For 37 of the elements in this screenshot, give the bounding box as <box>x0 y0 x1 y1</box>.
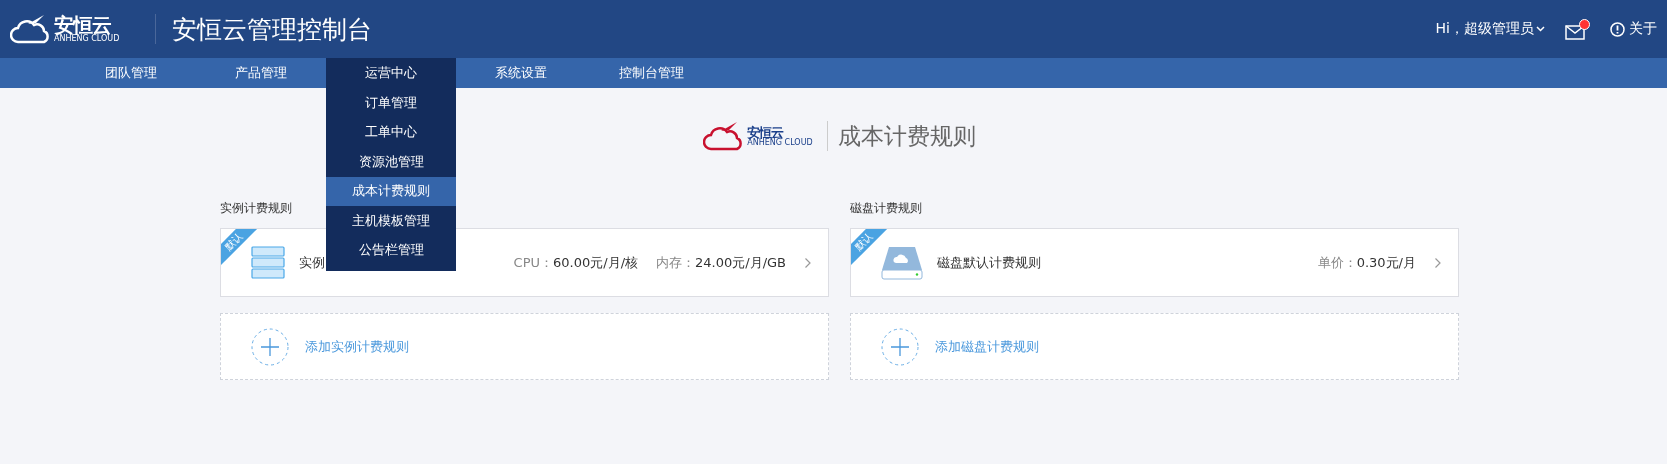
price-text: CPU：60.00元/月/核 <box>513 253 639 272</box>
rule-card[interactable]: 默认 磁盘默认计费规则 单价：0.30元/月 <box>850 228 1459 297</box>
dropdown-item[interactable]: 资源池管理 <box>326 147 456 177</box>
mail-icon[interactable] <box>1565 18 1590 40</box>
nav-item[interactable]: 产品管理 <box>196 58 326 88</box>
price-text: 单价：0.30元/月 <box>1317 253 1416 272</box>
chevron-right-icon <box>1434 256 1442 269</box>
dropdown-item[interactable]: 订单管理 <box>326 88 456 118</box>
about-link[interactable]: 关于 <box>1610 20 1657 38</box>
price-text: 内存：24.00元/月/GB <box>656 253 786 272</box>
dropdown-item[interactable]: 成本计费规则 <box>326 176 456 206</box>
disk-icon <box>881 245 923 280</box>
user-menu[interactable]: Hi，超级管理员 <box>1435 20 1545 38</box>
dropdown-item[interactable]: 工单中心 <box>326 117 456 147</box>
nav-item[interactable]: 系统设置 <box>456 58 586 88</box>
cloud-logo-icon <box>10 14 50 44</box>
logo-subtext: ANHENG CLOUD <box>747 138 813 147</box>
section-title: 实例计费规则 <box>220 199 292 217</box>
logo-subtext: ANHENG CLOUD <box>54 35 120 43</box>
app-title: 安恒云管理控制台 <box>172 13 373 46</box>
about-label: 关于 <box>1629 20 1657 38</box>
nav-item[interactable]: 团队管理 <box>66 58 196 88</box>
page-title: 成本计费规则 <box>837 121 976 151</box>
logo-text: 安恒云 <box>747 125 785 139</box>
chevron-right-icon <box>804 256 812 269</box>
logo-text: 安恒云 <box>54 15 111 35</box>
rule-name: 实例 <box>299 253 325 272</box>
plus-icon <box>251 327 289 366</box>
nav-item[interactable]: 控制台管理 <box>586 58 716 88</box>
rule-name: 磁盘默认计费规则 <box>937 253 1041 272</box>
plus-icon <box>881 327 919 366</box>
cloud-logo-icon <box>703 121 744 151</box>
info-icon <box>1610 21 1625 37</box>
caret-icon <box>1536 26 1545 32</box>
dropdown-item[interactable]: 公告栏管理 <box>326 235 456 265</box>
server-icon <box>251 245 285 280</box>
section-title: 磁盘计费规则 <box>850 199 922 217</box>
